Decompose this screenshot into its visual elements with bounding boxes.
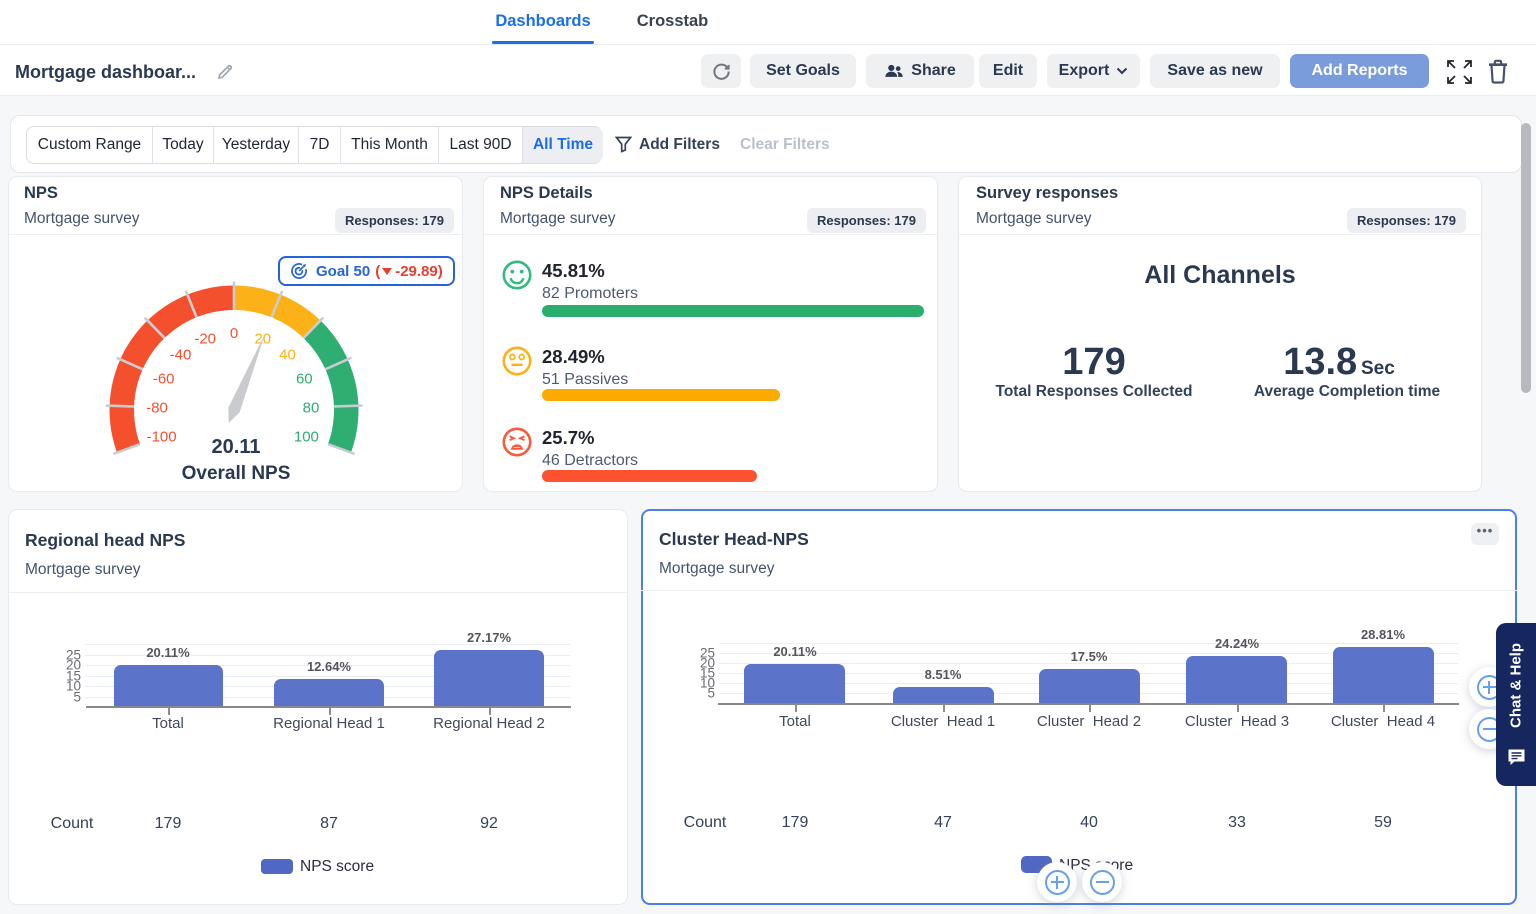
svg-text:-40: -40	[170, 347, 192, 364]
svg-text:-80: -80	[146, 399, 168, 416]
svg-text:80: 80	[303, 399, 320, 416]
svg-text:-20: -20	[194, 331, 216, 348]
svg-text:0: 0	[230, 325, 238, 342]
svg-text:-100: -100	[147, 428, 177, 445]
svg-text:20.11: 20.11	[212, 436, 261, 458]
svg-text:-60: -60	[153, 371, 175, 388]
svg-text:100: 100	[294, 428, 319, 445]
svg-text:Overall NPS: Overall NPS	[182, 463, 291, 484]
svg-text:60: 60	[296, 371, 313, 388]
svg-text:40: 40	[279, 347, 296, 364]
